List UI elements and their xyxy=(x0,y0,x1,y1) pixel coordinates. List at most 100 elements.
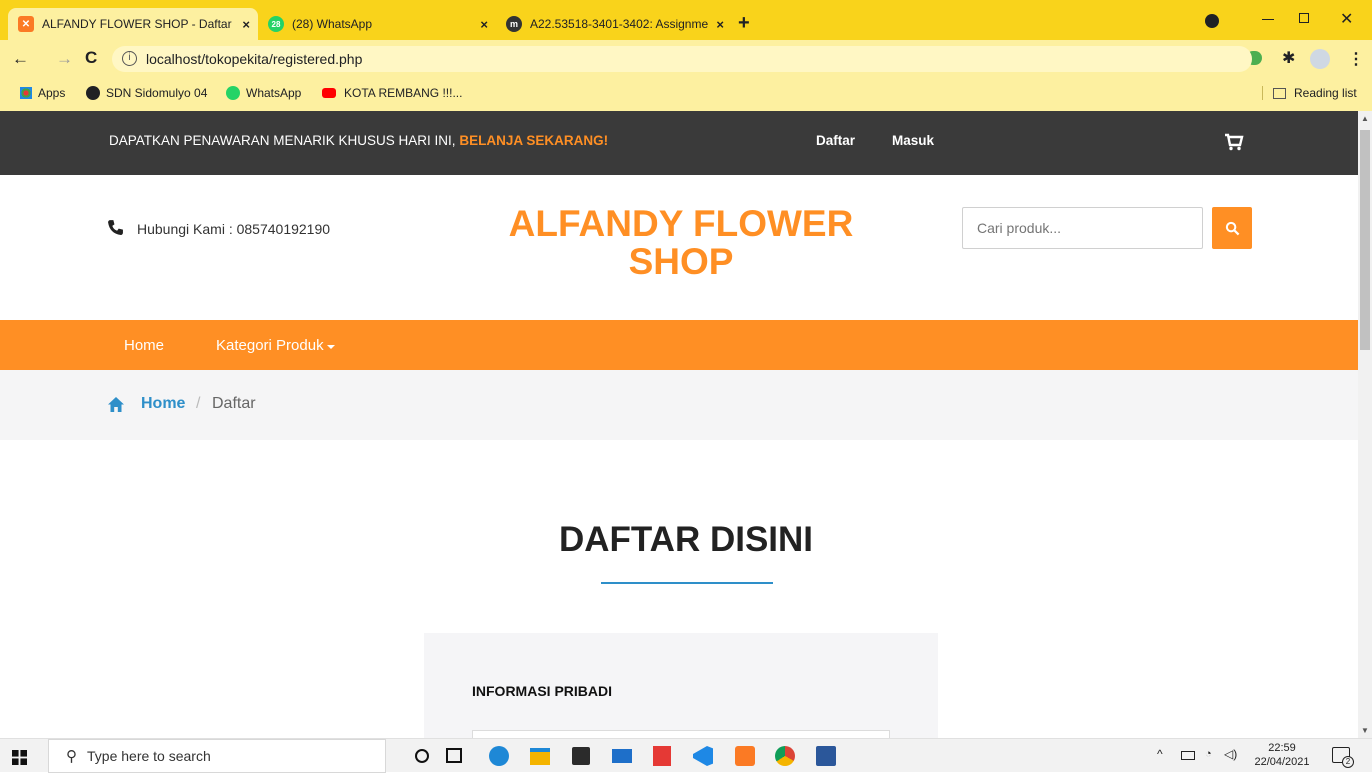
main-navigation: Home Kategori Produk xyxy=(0,320,1358,370)
minimize-icon[interactable] xyxy=(1262,19,1274,20)
restore-icon[interactable] xyxy=(1299,13,1309,23)
window-close-icon[interactable]: ✕ xyxy=(1340,9,1353,29)
logo-line-2: SHOP xyxy=(628,241,734,282)
breadcrumb-separator: / xyxy=(196,395,201,412)
chrome-icon[interactable] xyxy=(775,746,795,766)
bookmark-label: Apps xyxy=(38,86,66,100)
taskbar-search-placeholder: Type here to search xyxy=(87,748,211,764)
login-link[interactable]: Masuk xyxy=(892,133,934,148)
clock[interactable]: 22:59 22/04/2021 xyxy=(1253,741,1311,769)
reload-icon[interactable]: C xyxy=(85,48,97,68)
search-icon xyxy=(1225,221,1239,235)
scroll-down-arrow-icon[interactable]: ▼ xyxy=(1361,726,1369,735)
register-link[interactable]: Daftar xyxy=(816,133,855,148)
tab-alfandy-flower-shop[interactable]: ✕ ALFANDY FLOWER SHOP - Daftar × xyxy=(8,8,258,40)
wifi-icon[interactable]: ◔ xyxy=(1205,748,1212,760)
section-title-personal-info: INFORMASI PRIBADI xyxy=(472,683,612,699)
search-icon: ⚲ xyxy=(66,748,77,765)
breadcrumb-home-link[interactable]: Home xyxy=(141,395,185,413)
bookmark-label: SDN Sidomulyo 04 xyxy=(106,86,208,100)
whatsapp-icon xyxy=(226,86,240,100)
close-icon[interactable]: × xyxy=(242,17,250,32)
cortana-icon[interactable] xyxy=(415,749,429,763)
tab-title: A22.53518-3401-3402: Assignme xyxy=(530,17,709,31)
browser-tab-bar: ✕ ALFANDY FLOWER SHOP - Daftar × 28 (28)… xyxy=(0,0,1372,40)
clock-time: 22:59 xyxy=(1268,742,1296,754)
promo-top-bar: DAPATKAN PENAWARAN MENARIK KHUSUS HARI I… xyxy=(0,111,1358,175)
reading-list-button[interactable]: Reading list xyxy=(1262,86,1357,100)
logo-line-1: ALFANDY FLOWER xyxy=(508,203,854,244)
home-icon xyxy=(108,397,124,412)
whatsapp-icon: 28 xyxy=(268,16,284,32)
taskbar-search-box[interactable]: ⚲ Type here to search xyxy=(48,739,386,773)
close-icon[interactable]: × xyxy=(716,17,724,32)
store-icon[interactable] xyxy=(572,747,590,765)
info-icon[interactable]: i xyxy=(122,51,137,66)
bookmark-sdn[interactable]: SDN Sidomulyo 04 xyxy=(86,86,207,100)
file-explorer-icon[interactable] xyxy=(530,748,550,765)
promo-text: DAPATKAN PENAWARAN MENARIK KHUSUS HARI I… xyxy=(109,133,456,148)
reading-list-label: Reading list xyxy=(1294,86,1357,100)
xampp-icon[interactable] xyxy=(735,746,755,766)
clock-date: 22/04/2021 xyxy=(1254,756,1310,768)
apps-grid-icon xyxy=(20,87,32,99)
scroll-up-arrow-icon[interactable]: ▲ xyxy=(1361,114,1369,123)
promo-text-line: DAPATKAN PENAWARAN MENARIK KHUSUS HARI I… xyxy=(109,133,608,148)
breadcrumb-current: Daftar xyxy=(212,395,256,412)
extensions-puzzle-icon[interactable]: ✱ xyxy=(1282,48,1295,68)
youtube-icon xyxy=(322,88,336,98)
task-view-icon[interactable] xyxy=(446,748,462,763)
site-header: Hubungi Kami : 085740192190 ALFANDY FLOW… xyxy=(0,175,1358,320)
site-logo[interactable]: ALFANDY FLOWER SHOP xyxy=(480,205,882,281)
promo-highlight-link[interactable]: BELANJA SEKARANG! xyxy=(459,133,608,148)
volume-icon[interactable]: ◁) xyxy=(1224,747,1237,761)
search-input[interactable] xyxy=(962,207,1203,249)
nav-categories-label: Kategori Produk xyxy=(216,337,324,354)
nav-home[interactable]: Home xyxy=(124,337,164,354)
close-icon[interactable]: × xyxy=(480,17,488,32)
search-button[interactable] xyxy=(1212,207,1252,249)
chevron-up-icon[interactable]: ^ xyxy=(1157,747,1163,761)
bookmark-label: KOTA REMBANG !!!... xyxy=(344,86,463,100)
profile-avatar[interactable] xyxy=(1310,49,1330,69)
cart-icon[interactable] xyxy=(1224,133,1244,151)
xampp-icon: ✕ xyxy=(18,16,34,32)
registration-form-panel: INFORMASI PRIBADI xyxy=(424,633,938,740)
address-bar[interactable]: i localhost/tokopekita/registered.php xyxy=(112,46,1252,72)
edge-icon[interactable] xyxy=(489,746,509,766)
menu-kebab-icon[interactable]: ⋮ xyxy=(1348,49,1364,69)
tab-title: ALFANDY FLOWER SHOP - Daftar xyxy=(42,17,232,31)
back-icon[interactable]: ← xyxy=(12,49,29,69)
bookmark-whatsapp[interactable]: WhatsApp xyxy=(226,86,301,100)
bookmark-kota-rembang[interactable]: KOTA REMBANG !!!... xyxy=(322,86,462,100)
word-icon[interactable] xyxy=(816,746,836,766)
bookmark-label: WhatsApp xyxy=(246,86,302,100)
bookmarks-bar: Apps SDN Sidomulyo 04 WhatsApp KOTA REMB… xyxy=(0,78,1372,111)
vscode-icon[interactable] xyxy=(693,746,713,766)
windows-start-icon[interactable] xyxy=(12,750,27,765)
breadcrumb: Home / Daftar xyxy=(0,370,1358,440)
reading-list-icon xyxy=(1273,87,1286,99)
scrollbar-thumb[interactable] xyxy=(1360,130,1370,350)
pdf-reader-icon[interactable] xyxy=(653,746,671,766)
caret-down-icon xyxy=(326,344,335,349)
tab-assignment[interactable]: m A22.53518-3401-3402: Assignme × xyxy=(496,8,732,40)
globe-icon xyxy=(86,86,100,100)
page-title: DAFTAR DISINI xyxy=(558,520,814,559)
profile-menu-icon[interactable] xyxy=(1205,14,1219,28)
tab-title: (28) WhatsApp xyxy=(292,17,373,31)
moodle-icon: m xyxy=(506,16,522,32)
tab-whatsapp[interactable]: 28 (28) WhatsApp × xyxy=(258,8,496,40)
forward-icon[interactable]: → xyxy=(56,49,73,69)
contact-phone: Hubungi Kami : 085740192190 xyxy=(137,221,331,237)
title-underline xyxy=(601,582,773,584)
bookmark-apps[interactable]: Apps xyxy=(20,86,65,100)
phone-icon xyxy=(107,219,124,236)
nav-product-categories[interactable]: Kategori Produk xyxy=(216,337,335,354)
url-text: localhost/tokopekita/registered.php xyxy=(146,51,363,67)
notification-count-badge: 2 xyxy=(1342,756,1354,768)
new-tab-button[interactable]: + xyxy=(738,12,750,35)
windows-taskbar: ⚲ Type here to search ^ ◔ ◁) 22:59 22/04… xyxy=(0,738,1372,773)
battery-icon[interactable] xyxy=(1181,751,1195,760)
mail-icon[interactable] xyxy=(612,749,632,763)
